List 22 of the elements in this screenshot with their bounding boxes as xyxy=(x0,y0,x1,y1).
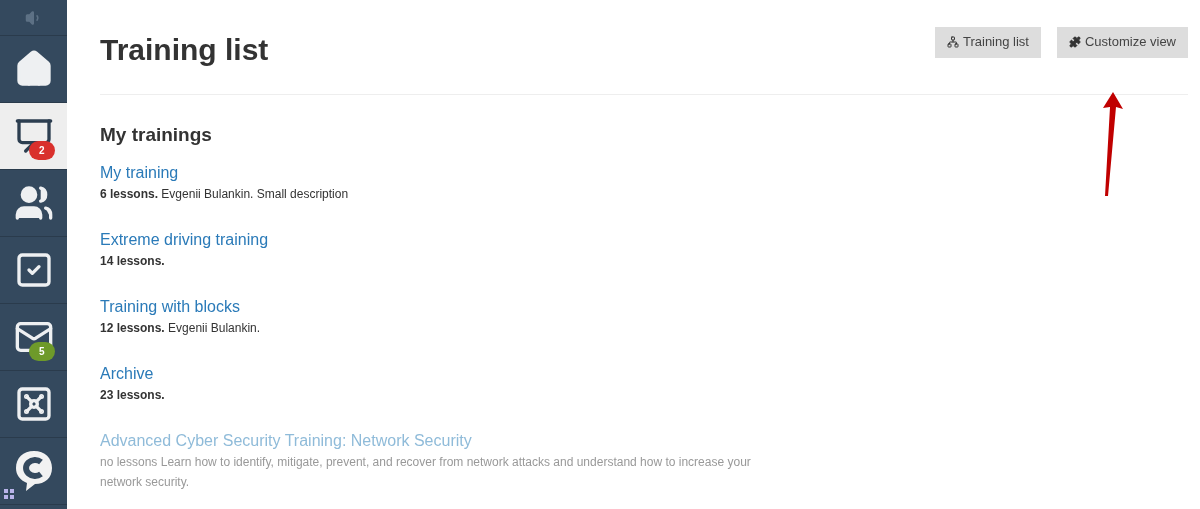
training-link[interactable]: Training with blocks xyxy=(100,295,240,318)
training-description: 14 lessons. xyxy=(100,252,166,270)
chart-board-icon xyxy=(13,116,54,156)
grid-icon xyxy=(4,489,14,499)
training-list-button[interactable]: Training list xyxy=(935,26,1041,58)
customize-view-button[interactable]: Customize view xyxy=(1056,26,1188,58)
hierarchy-icon xyxy=(947,36,959,48)
page-title: Training list xyxy=(100,31,269,68)
training-description: 12 lessons. Evgenii Bulankin. xyxy=(100,319,262,337)
training-link[interactable]: My training xyxy=(100,161,179,184)
sidebar-item[interactable]: 2 xyxy=(0,103,67,170)
training-link[interactable]: Archive xyxy=(100,362,154,385)
training-description: 6 lessons. Evgenii Bulankin. Small description xyxy=(100,185,350,203)
count-badge: 2 xyxy=(29,141,55,160)
puzzle-icon xyxy=(1068,36,1081,48)
users-icon xyxy=(13,183,54,223)
training-description: no lessons Learn how to identify, mitigate, prevent, and recover from network attacks and understand how to increase your network security. xyxy=(100,453,752,491)
training-description: 23 lessons. xyxy=(100,386,166,404)
count-badge: 5 xyxy=(29,342,55,361)
chat-bubble-icon xyxy=(13,449,54,493)
training-link[interactable]: Extreme driving training xyxy=(100,228,269,251)
section-title: My trainings xyxy=(100,123,213,147)
